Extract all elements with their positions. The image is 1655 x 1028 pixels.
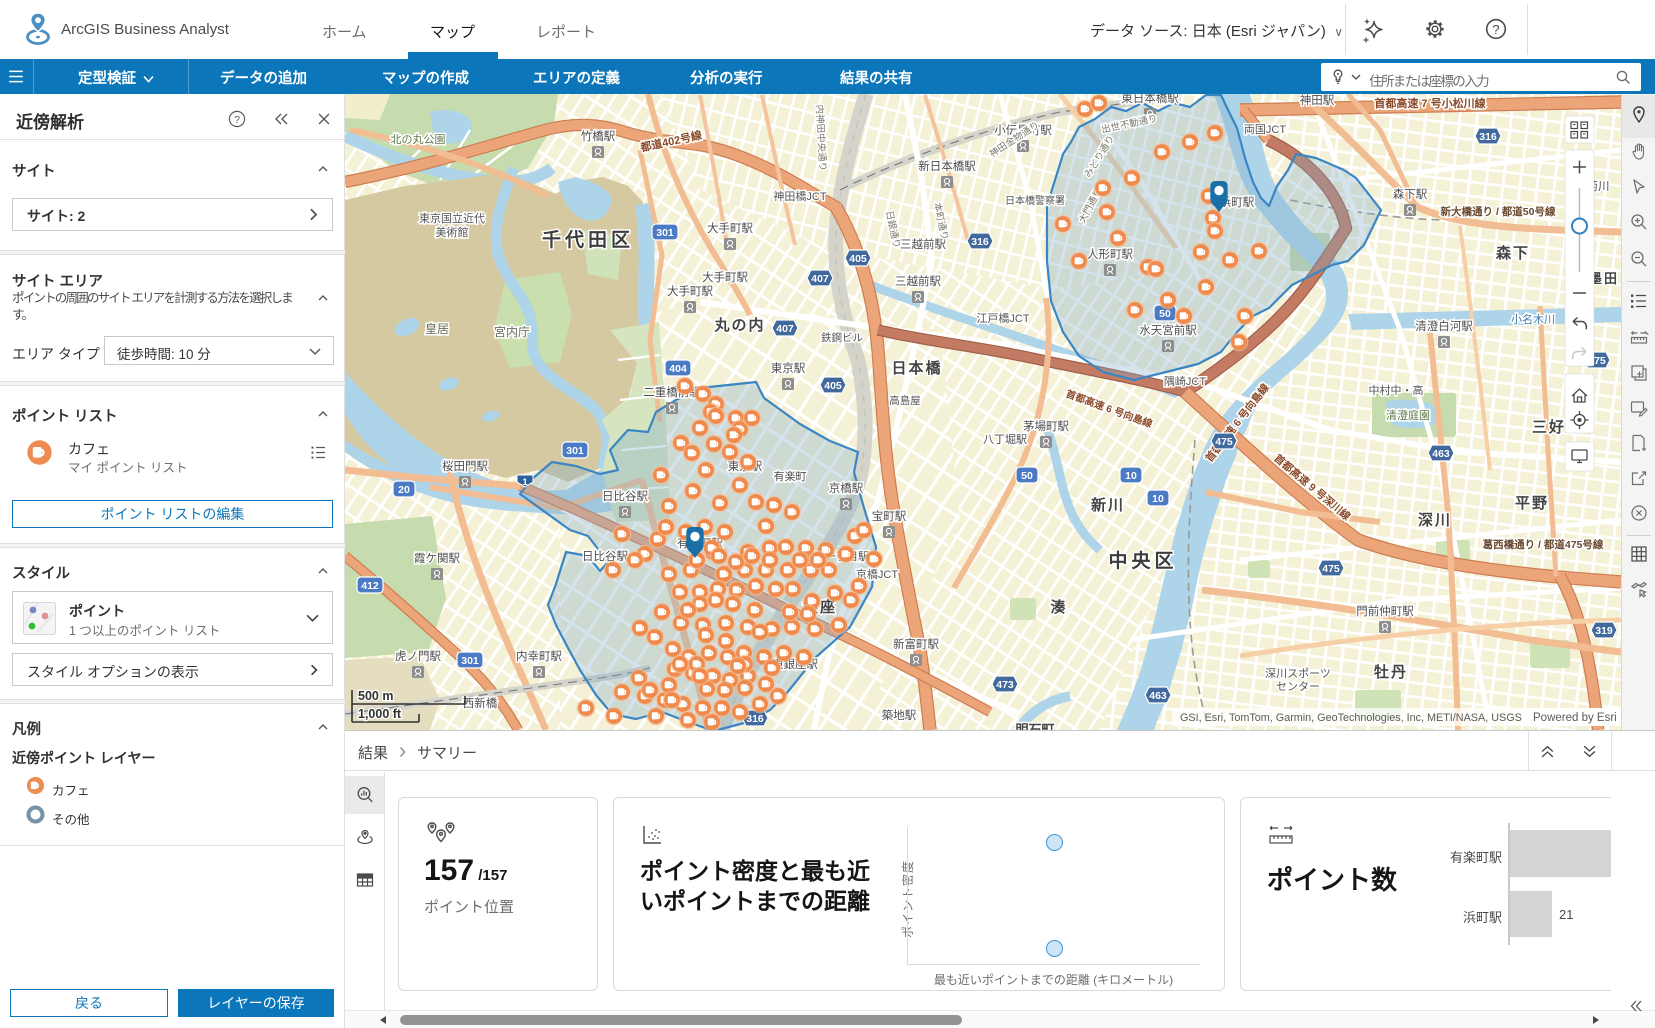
svg-text:405: 405 [849, 253, 867, 265]
svg-text:中央区: 中央区 [1108, 549, 1177, 572]
svg-text:西新橋: 西新橋 [463, 696, 498, 710]
svg-text:三好: 三好 [1532, 418, 1566, 436]
svg-text:1: 1 [522, 477, 528, 488]
svg-text:日比谷駅: 日比谷駅 [582, 550, 628, 563]
svg-text:八丁堀駅: 八丁堀駅 [983, 433, 1027, 446]
svg-text:475: 475 [1215, 436, 1233, 448]
svg-text:霞ケ関駅: 霞ケ関駅 [414, 552, 460, 565]
svg-text:50: 50 [1159, 308, 1171, 320]
svg-text:内幸町駅: 内幸町駅 [516, 649, 562, 663]
svg-text:首都高速 7 号小松川線: 首都高速 7 号小松川線 [1374, 96, 1485, 110]
svg-text:中村中・高: 中村中・高 [1369, 383, 1424, 397]
svg-text:江戸橋JCT: 江戸橋JCT [976, 311, 1029, 325]
svg-text:東京駅: 東京駅 [771, 361, 806, 375]
svg-text:明石町: 明石町 [1015, 722, 1054, 730]
svg-text:463: 463 [1149, 690, 1167, 702]
svg-text:GSI, Esri, TomTom, Garmin, Geo: GSI, Esri, TomTom, Garmin, GeoTechnologi… [1180, 712, 1522, 724]
svg-text:センター: センター [1276, 680, 1320, 693]
svg-text:20: 20 [398, 484, 410, 496]
svg-text:316: 316 [1479, 131, 1497, 143]
svg-text:平野: 平野 [1515, 495, 1549, 512]
svg-text:隅崎JCT: 隅崎JCT [1164, 374, 1206, 388]
svg-text:鉄鋼ビル: 鉄鋼ビル [821, 331, 863, 344]
svg-text:大手町駅: 大手町駅 [707, 221, 753, 235]
svg-text:人形町駅: 人形町駅 [1087, 248, 1133, 261]
svg-text:301: 301 [461, 655, 479, 667]
svg-text:301: 301 [656, 227, 674, 239]
svg-text:301: 301 [566, 445, 584, 457]
svg-text:宝町駅: 宝町駅 [872, 509, 907, 523]
svg-text:築地駅: 築地駅 [882, 708, 917, 722]
svg-text:?: ? [1492, 22, 1499, 37]
svg-text:東京国立近代: 東京国立近代 [419, 211, 485, 225]
svg-text:日本橋: 日本橋 [891, 359, 942, 377]
svg-text:475: 475 [1322, 563, 1340, 575]
svg-text:高島屋: 高島屋 [889, 394, 921, 407]
svg-text:新大橋通り / 都道50号線: 新大橋通り / 都道50号線 [1441, 205, 1556, 218]
svg-text:牡丹: 牡丹 [1374, 663, 1408, 681]
svg-text:405: 405 [824, 380, 842, 392]
svg-text:新富町駅: 新富町駅 [893, 637, 939, 651]
svg-text:深川: 深川 [1418, 511, 1452, 529]
svg-text:新川: 新川 [1091, 496, 1125, 514]
svg-text:葛西橋通り / 都道475号線: 葛西橋通り / 都道475号線 [1482, 538, 1604, 551]
svg-text:新日本橋駅: 新日本橋駅 [918, 159, 976, 173]
svg-text:千代田区: 千代田区 [542, 229, 634, 251]
svg-text:皇居: 皇居 [425, 322, 449, 336]
svg-text:有楽町: 有楽町 [774, 469, 807, 483]
svg-text:日本橋警察署: 日本橋警察署 [1005, 194, 1065, 207]
svg-text:404: 404 [669, 363, 687, 375]
svg-text:森下駅: 森下駅 [1393, 187, 1428, 201]
svg-text:両国JCT: 両国JCT [1244, 123, 1286, 136]
svg-text:1,000 ft: 1,000 ft [358, 707, 402, 721]
svg-text:森下: 森下 [1496, 244, 1530, 262]
svg-text:日比谷駅: 日比谷駅 [602, 490, 648, 503]
svg-text:大手町駅: 大手町駅 [702, 270, 748, 284]
svg-text:深川スポーツ: 深川スポーツ [1265, 667, 1331, 680]
svg-text:463: 463 [1432, 448, 1450, 460]
svg-text:京橋駅: 京橋駅 [829, 481, 864, 495]
svg-text:東日本橋駅: 東日本橋駅 [1121, 94, 1179, 105]
svg-text:清澄庭園: 清澄庭園 [1386, 408, 1430, 422]
svg-text:虎ノ門駅: 虎ノ門駅 [395, 650, 441, 663]
svg-text:小名木川: 小名木川 [1511, 312, 1555, 326]
svg-text:丸の内: 丸の内 [713, 316, 765, 334]
svg-text:50: 50 [1021, 470, 1033, 482]
svg-text:茅場町駅: 茅場町駅 [1023, 420, 1069, 433]
svg-text:竹橋駅: 竹橋駅 [581, 129, 616, 143]
svg-text:407: 407 [811, 273, 829, 285]
svg-text:水天宮前駅: 水天宮前駅 [1139, 323, 1197, 337]
svg-text:Powered by Esri: Powered by Esri [1533, 712, 1617, 724]
svg-text:神田駅: 神田駅 [1300, 94, 1335, 107]
svg-text:407: 407 [776, 323, 794, 335]
svg-text:大手町駅: 大手町駅 [667, 284, 713, 298]
svg-text:10: 10 [1152, 493, 1164, 505]
svg-text:門前仲町駅: 門前仲町駅 [1356, 604, 1414, 618]
svg-text:桜田門駅: 桜田門駅 [442, 459, 488, 473]
svg-text:神田橋JCT: 神田橋JCT [773, 189, 826, 203]
svg-text:美術館: 美術館 [436, 225, 469, 239]
svg-text:湊: 湊 [1050, 598, 1067, 616]
svg-text:473: 473 [996, 679, 1014, 691]
svg-text:319: 319 [1595, 625, 1613, 637]
svg-text:宮内庁: 宮内庁 [494, 324, 530, 339]
svg-text:清澄白河駅: 清澄白河駅 [1415, 319, 1473, 333]
svg-text:10: 10 [1125, 470, 1137, 482]
svg-text:北の丸公園: 北の丸公園 [391, 133, 446, 146]
svg-text:?: ? [234, 114, 240, 126]
svg-text:412: 412 [361, 580, 379, 592]
svg-text:316: 316 [971, 236, 989, 248]
svg-text:500 m: 500 m [358, 689, 393, 703]
svg-text:三越前駅: 三越前駅 [895, 274, 941, 288]
